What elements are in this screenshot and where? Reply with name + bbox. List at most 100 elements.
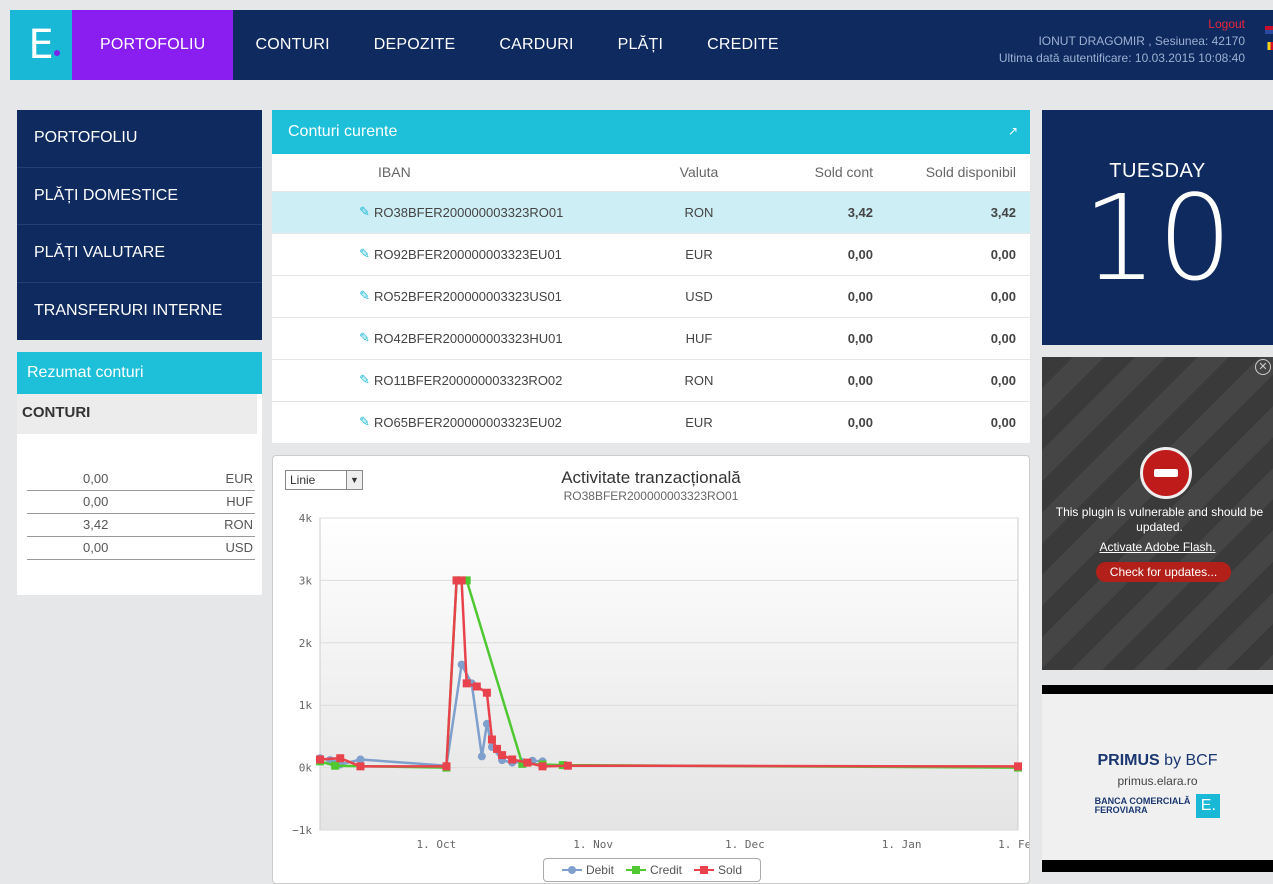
x-tick-label: 1. Oct xyxy=(416,838,456,851)
primus-ad-banner[interactable]: PRIMUS by BCF primus.elara.ro BANCA COME… xyxy=(1042,685,1273,872)
data-point-sold[interactable] xyxy=(498,751,507,760)
account-currency: RON xyxy=(644,358,754,401)
sidebar-item-plati-domestice[interactable]: PLĂȚI DOMESTICE xyxy=(17,168,262,225)
legend-debit-marker xyxy=(561,865,582,875)
account-available: 0,00 xyxy=(879,274,1030,317)
chart-canvas: −1k 0k 1k 2k 3k 4k 1. Oct 1. Nov 1. Dec 1. Jan 1.… xyxy=(292,512,1029,851)
nav-plati[interactable]: PLĂȚI xyxy=(596,10,685,80)
edit-cell: ✎ xyxy=(272,190,374,233)
account-available: 0,00 xyxy=(879,232,1030,275)
data-point-sold[interactable] xyxy=(563,761,572,770)
x-tick-label: 1. Jan xyxy=(882,838,922,851)
y-tick-label: 3k xyxy=(299,574,313,587)
data-point-sold[interactable] xyxy=(487,735,496,744)
col-currency: Valuta xyxy=(644,154,754,191)
nav-carduri[interactable]: CARDURI xyxy=(477,10,595,80)
blocked-icon xyxy=(1140,447,1192,499)
plot-area xyxy=(319,517,1019,831)
nav-credite[interactable]: CREDITE xyxy=(685,10,801,80)
sidebar-item-transferuri-interne[interactable]: TRANSFERURI INTERNE xyxy=(17,283,262,341)
summary-table: 0,00 EUR 0,00 HUF 3,42 RON 0,00 USD xyxy=(27,467,255,560)
account-row[interactable]: ✎ RO11BFER200000003323RO02 RON 0,00 0,00 xyxy=(272,358,1030,401)
account-row[interactable]: ✎ RO52BFER200000003323US01 USD 0,00 0,00 xyxy=(272,274,1030,317)
account-currency: HUF xyxy=(644,316,754,359)
data-point-sold[interactable] xyxy=(462,679,471,688)
accounts-header: Conturi curente ↗ xyxy=(272,110,1030,154)
y-tick-label: 4k xyxy=(299,512,313,525)
pencil-icon[interactable]: ✎ xyxy=(359,372,370,388)
col-available: Sold disponibil xyxy=(879,154,1030,191)
brand-logo[interactable]: E xyxy=(10,10,72,80)
legend-sold-label: Sold xyxy=(718,863,743,877)
summary-currency: RON xyxy=(192,513,255,537)
sidebar-item-portofoliu[interactable]: PORTOFOLIU xyxy=(17,110,262,168)
check-updates-button[interactable]: Check for updates... xyxy=(1096,562,1231,582)
nav-conturi[interactable]: CONTURI xyxy=(233,10,351,80)
data-point-debit[interactable] xyxy=(477,752,486,761)
data-point-sold[interactable] xyxy=(1014,762,1022,771)
ad-url: primus.elara.ro xyxy=(1117,774,1198,788)
pencil-icon[interactable]: ✎ xyxy=(359,330,370,346)
account-available: 0,00 xyxy=(879,400,1030,443)
summary-value: 0,00 xyxy=(27,536,193,560)
pencil-icon[interactable]: ✎ xyxy=(359,414,370,430)
data-point-sold[interactable] xyxy=(472,682,481,691)
account-currency: USD xyxy=(644,274,754,317)
account-row[interactable]: ✎ RO42BFER200000003323HU01 HUF 0,00 0,00 xyxy=(272,316,1030,359)
edit-cell: ✎ xyxy=(272,358,374,401)
account-currency: EUR xyxy=(644,232,754,275)
data-point-debit[interactable] xyxy=(356,755,365,764)
account-row[interactable]: ✎ RO38BFER200000003323RO01 RON 3,42 3,42 xyxy=(272,190,1030,233)
nav-depozite[interactable]: DEPOZITE xyxy=(352,10,478,80)
calendar-day: 10 xyxy=(1082,169,1233,307)
summary-subtitle: CONTURI xyxy=(17,394,257,434)
x-tick-label: 1. Dec xyxy=(725,838,765,851)
account-balance: 0,00 xyxy=(754,400,879,443)
legend-sold[interactable]: Sold xyxy=(694,863,742,877)
account-currency: EUR xyxy=(644,400,754,443)
data-point-sold[interactable] xyxy=(523,758,532,767)
nav-portofoliu[interactable]: PORTOFOLIU xyxy=(72,10,234,80)
data-point-sold[interactable] xyxy=(316,755,324,764)
legend-credit[interactable]: Credit xyxy=(625,863,682,877)
account-balance: 0,00 xyxy=(754,232,879,275)
flash-message: This plugin is vulnerable and should be … xyxy=(1055,505,1264,534)
account-available: 0,00 xyxy=(879,358,1030,401)
calendar-widget: TUESDAY 10 xyxy=(1042,110,1273,345)
pencil-icon[interactable]: ✎ xyxy=(359,246,370,262)
flag-ro-icon[interactable] xyxy=(1265,42,1273,50)
edit-cell: ✎ xyxy=(272,316,374,359)
summary-title: Rezumat conturi xyxy=(17,352,262,394)
account-row[interactable]: ✎ RO92BFER200000003323EU01 EUR 0,00 0,00 xyxy=(272,232,1030,275)
legend-debit[interactable]: Debit xyxy=(561,863,614,877)
summary-value: 0,00 xyxy=(27,490,193,514)
flag-en-icon[interactable] xyxy=(1265,26,1273,34)
data-point-sold[interactable] xyxy=(457,576,466,585)
data-point-sold[interactable] xyxy=(356,762,365,771)
expand-icon[interactable]: ↗ xyxy=(1008,124,1018,138)
data-point-credit[interactable] xyxy=(331,761,340,770)
account-iban: RO38BFER200000003323RO01 xyxy=(374,190,644,233)
x-tick-label: 1. Feb xyxy=(998,838,1029,851)
legend-debit-label: Debit xyxy=(585,863,614,877)
pencil-icon[interactable]: ✎ xyxy=(359,204,370,220)
account-row[interactable]: ✎ RO65BFER200000003323EU02 EUR 0,00 0,00 xyxy=(272,400,1030,443)
legend-credit-label: Credit xyxy=(649,863,682,877)
data-point-sold[interactable] xyxy=(336,754,345,763)
activate-flash-link[interactable]: Activate Adobe Flash. xyxy=(1042,540,1273,554)
close-icon[interactable]: ✕ xyxy=(1255,359,1271,375)
account-iban: RO65BFER200000003323EU02 xyxy=(374,400,644,443)
sidebar-item-plati-valutare[interactable]: PLĂȚI VALUTARE xyxy=(17,225,262,283)
summary-row: 0,00 USD xyxy=(27,536,255,560)
ad-title-rest: by BCF xyxy=(1159,752,1218,769)
data-point-sold[interactable] xyxy=(538,762,547,771)
current-accounts-panel: Conturi curente ↗ IBAN Valuta Sold cont … xyxy=(272,110,1030,443)
data-point-sold[interactable] xyxy=(442,762,451,771)
summary-value: 0,00 xyxy=(27,467,193,491)
data-point-sold[interactable] xyxy=(508,755,517,764)
brand-logo-dot xyxy=(54,50,60,56)
pencil-icon[interactable]: ✎ xyxy=(359,288,370,304)
logout-link[interactable]: Logout xyxy=(999,16,1245,33)
data-point-sold[interactable] xyxy=(482,688,491,697)
summary-row: 0,00 EUR xyxy=(27,467,255,491)
